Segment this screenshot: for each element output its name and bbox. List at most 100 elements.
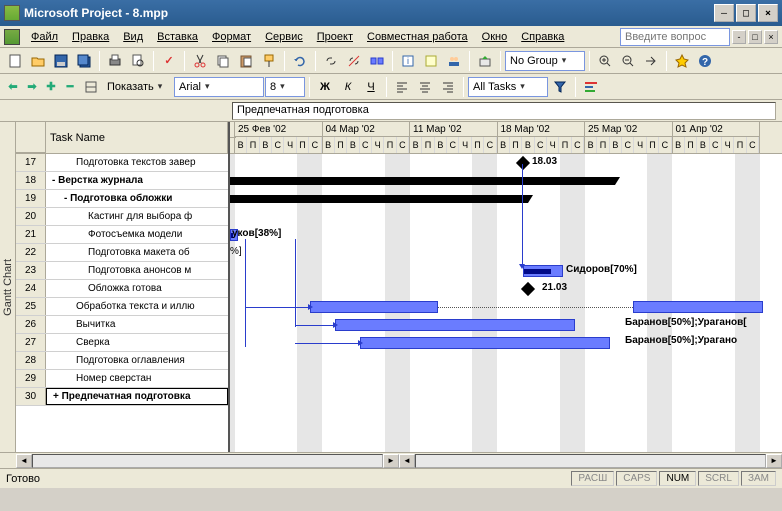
indent-button[interactable]: ➡ <box>23 78 41 96</box>
undo-button[interactable] <box>289 50 311 72</box>
task-name-cell[interactable]: Обработка текста и иллю <box>46 298 228 315</box>
task-bar[interactable] <box>335 319 575 331</box>
row-number[interactable]: 30 <box>16 388 46 405</box>
row-number[interactable]: 24 <box>16 280 46 297</box>
table-row[interactable]: 21Фотосъемка модели <box>16 226 228 244</box>
menu-tools[interactable]: Сервис <box>258 29 310 45</box>
task-name-cell[interactable]: Фотосъемка модели <box>46 226 228 243</box>
preview-button[interactable] <box>127 50 149 72</box>
task-name-cell[interactable]: Подготовка анонсов м <box>46 262 228 279</box>
print-button[interactable] <box>104 50 126 72</box>
help-button[interactable]: ? <box>694 50 716 72</box>
scroll-left-button[interactable]: ◄ <box>16 454 32 468</box>
table-row[interactable]: 22Подготовка макета об <box>16 244 228 262</box>
menu-window[interactable]: Окно <box>475 29 515 45</box>
menu-collab[interactable]: Совместная работа <box>360 29 475 45</box>
row-number[interactable]: 23 <box>16 262 46 279</box>
mdi-close-button[interactable]: × <box>764 30 778 44</box>
autofilter-button[interactable] <box>549 76 571 98</box>
spelling-button[interactable]: ✓ <box>158 50 180 72</box>
table-row[interactable]: 29Номер сверстан <box>16 370 228 388</box>
gantt-wizard-button[interactable] <box>580 76 602 98</box>
table-row[interactable]: 25Обработка текста и иллю <box>16 298 228 316</box>
underline-button[interactable]: Ч <box>360 76 382 98</box>
mdi-restore-button[interactable]: □ <box>748 30 762 44</box>
milestone[interactable] <box>516 156 530 170</box>
menu-insert[interactable]: Вставка <box>150 29 205 45</box>
mdi-minimize-button[interactable]: - <box>732 30 746 44</box>
wizard-button[interactable] <box>671 50 693 72</box>
row-number[interactable]: 25 <box>16 298 46 315</box>
view-bar[interactable]: Gantt Chart <box>0 122 16 452</box>
task-bar[interactable] <box>310 301 438 313</box>
summary-bar[interactable] <box>230 177 615 185</box>
align-left-button[interactable] <box>391 76 413 98</box>
task-name-cell[interactable]: Подготовка макета об <box>46 244 228 261</box>
goto-button[interactable] <box>640 50 662 72</box>
horizontal-scrollbar[interactable]: ◄ ► ◄ ► <box>0 452 782 468</box>
align-center-button[interactable] <box>414 76 436 98</box>
scroll-right-button[interactable]: ► <box>383 454 399 468</box>
task-name-cell[interactable]: Сверка <box>46 334 228 351</box>
help-search-input[interactable] <box>620 28 730 46</box>
summary-bar[interactable] <box>230 195 528 203</box>
table-row[interactable]: 24Обложка готова <box>16 280 228 298</box>
task-name-cell[interactable]: - Верстка журнала <box>46 172 228 189</box>
close-button[interactable]: × <box>758 4 778 22</box>
menu-edit[interactable]: Правка <box>65 29 116 45</box>
italic-button[interactable]: К <box>337 76 359 98</box>
open-button[interactable] <box>27 50 49 72</box>
row-number[interactable]: 21 <box>16 226 46 243</box>
zoomin-button[interactable] <box>594 50 616 72</box>
zoomout-button[interactable] <box>617 50 639 72</box>
paste-button[interactable] <box>235 50 257 72</box>
new-button[interactable] <box>4 50 26 72</box>
table-row[interactable]: 30+ Предпечатная подготовка <box>16 388 228 406</box>
save-button[interactable] <box>50 50 72 72</box>
menu-view[interactable]: Вид <box>116 29 150 45</box>
task-name-cell[interactable]: Подготовка оглавления <box>46 352 228 369</box>
saveall-button[interactable] <box>73 50 95 72</box>
format-painter-button[interactable] <box>258 50 280 72</box>
gantt-body[interactable]: 18.03 уков[38%] %] Сидоров[70%] 21.03 Ба… <box>230 154 782 452</box>
menu-help[interactable]: Справка <box>514 29 571 45</box>
row-number[interactable]: 20 <box>16 208 46 225</box>
table-row[interactable]: 18- Верстка журнала <box>16 172 228 190</box>
table-row[interactable]: 19- Подготовка обложки <box>16 190 228 208</box>
task-name-cell[interactable]: Вычитка <box>46 316 228 333</box>
nav-minus-button[interactable]: ━ <box>61 78 79 96</box>
task-name-header[interactable]: Task Name <box>46 122 228 153</box>
outdent-button[interactable]: ⬅ <box>4 78 22 96</box>
showhide-button[interactable] <box>80 76 102 98</box>
task-name-cell[interactable]: + Предпечатная подготовка <box>46 388 228 405</box>
task-bar[interactable] <box>360 337 610 349</box>
menu-format[interactable]: Формат <box>205 29 258 45</box>
assign-button[interactable] <box>443 50 465 72</box>
gantt-chart[interactable]: 25 Фев '02ВПВСЧПС04 Мар '02ВПВСЧПС11 Мар… <box>230 122 782 452</box>
table-row[interactable]: 23Подготовка анонсов м <box>16 262 228 280</box>
row-number[interactable]: 22 <box>16 244 46 261</box>
table-row[interactable]: 28Подготовка оглавления <box>16 352 228 370</box>
row-number[interactable]: 19 <box>16 190 46 207</box>
group-combo[interactable]: No Group <box>505 51 585 71</box>
table-row[interactable]: 27Сверка <box>16 334 228 352</box>
row-number[interactable]: 28 <box>16 352 46 369</box>
link-button[interactable] <box>320 50 342 72</box>
milestone[interactable] <box>521 282 535 296</box>
row-number[interactable]: 27 <box>16 334 46 351</box>
nav-plus-button[interactable]: ✚ <box>42 78 60 96</box>
maximize-button[interactable]: □ <box>736 4 756 22</box>
task-bar[interactable] <box>633 301 763 313</box>
unlink-button[interactable] <box>343 50 365 72</box>
size-combo[interactable]: 8 <box>265 77 305 97</box>
scroll-right-button[interactable]: ► <box>766 454 782 468</box>
entry-value[interactable]: Предпечатная подготовка <box>232 102 776 120</box>
table-row[interactable]: 26Вычитка <box>16 316 228 334</box>
row-number[interactable]: 26 <box>16 316 46 333</box>
table-row[interactable]: 17Подготовка текстов завер <box>16 154 228 172</box>
menu-file[interactable]: Файл <box>24 29 65 45</box>
copy-button[interactable] <box>212 50 234 72</box>
scroll-left-button[interactable]: ◄ <box>399 454 415 468</box>
show-button[interactable]: Показать <box>103 77 173 97</box>
info-button[interactable]: i <box>397 50 419 72</box>
